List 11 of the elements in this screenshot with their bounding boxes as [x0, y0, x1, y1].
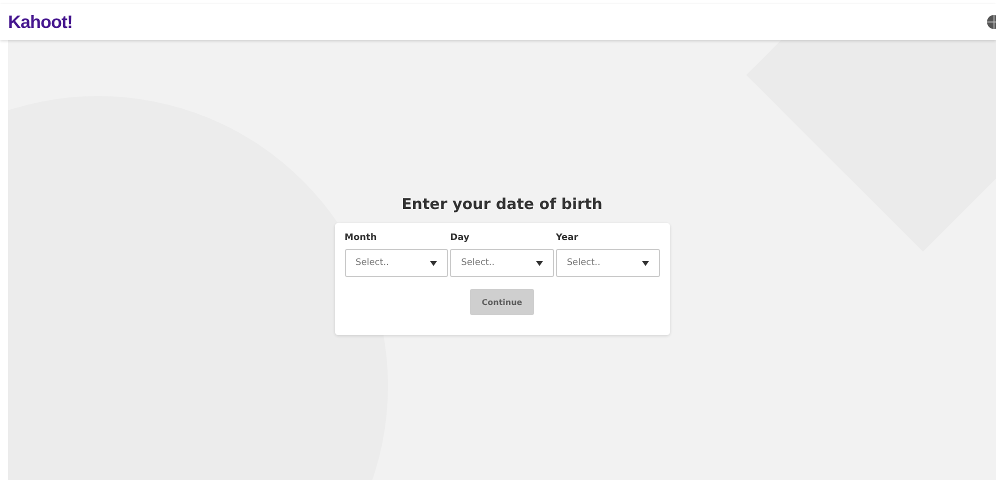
field-label: Month — [344, 233, 378, 243]
select-field[interactable]: Select.. — [556, 249, 660, 277]
caret-icon — [642, 260, 649, 266]
caret-icon — [430, 260, 438, 266]
select-field[interactable]: Select.. — [450, 249, 554, 277]
field-label: Day — [450, 233, 470, 243]
form-title: Enter your date of birth — [402, 195, 602, 213]
logo[interactable]: Kahoot! — [8, 12, 72, 32]
caret-icon — [536, 260, 543, 266]
field-label: Year — [556, 233, 580, 243]
select-field[interactable]: Select.. — [344, 249, 448, 277]
